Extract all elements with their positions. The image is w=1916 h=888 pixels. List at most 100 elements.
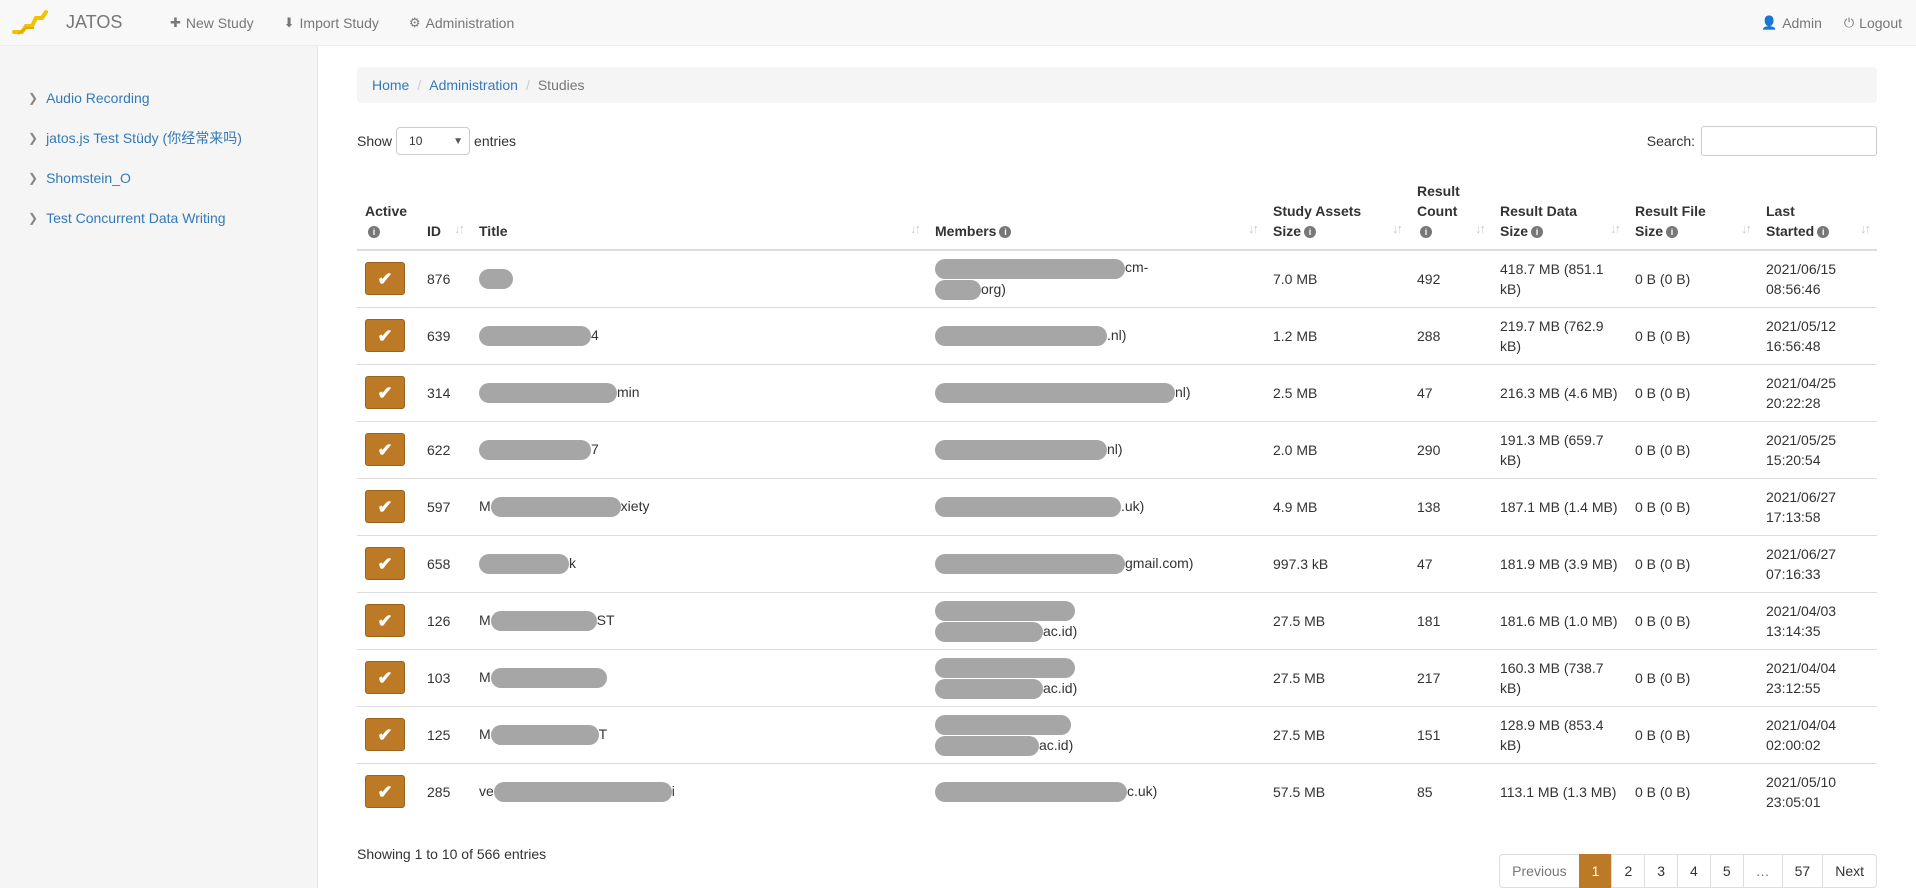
redacted-block xyxy=(935,735,1039,756)
cell-title[interactable] xyxy=(471,249,927,307)
cell-title[interactable]: k xyxy=(471,534,927,592)
cell-assets-size: 1.2 MB xyxy=(1265,306,1409,364)
entries-select[interactable]: 10 ▼ xyxy=(396,127,471,155)
table-row[interactable]: ✔ 876 cm-org) 7.0 MB 492 418.7 MB (851.1… xyxy=(357,249,1877,307)
redacted-block xyxy=(935,280,981,301)
col-result-file-size[interactable]: Result File Size i ↓↑ xyxy=(1627,173,1758,251)
entries-select-value: 10 xyxy=(409,134,423,148)
pagination-page[interactable]: 3 xyxy=(1644,854,1679,888)
active-toggle-button[interactable]: ✔ xyxy=(365,376,405,409)
cell-result-data-size: 128.9 MB (853.4 kB) xyxy=(1492,705,1627,763)
administration-link[interactable]: ⚙ Administration xyxy=(409,15,514,31)
check-icon: ✔ xyxy=(377,610,393,631)
sidebar-item-label[interactable]: jatos.js Test Stüdy (你经常来吗) xyxy=(46,128,242,148)
info-icon: i xyxy=(1531,226,1544,239)
brand-name: JATOS xyxy=(66,12,123,32)
members-text-1: .uk) xyxy=(1121,497,1145,514)
cell-title[interactable]: min xyxy=(471,363,927,421)
cell-result-data-size: 181.9 MB (3.9 MB) xyxy=(1492,534,1627,592)
search-input[interactable] xyxy=(1701,126,1877,156)
col-id[interactable]: ID ↓↑ xyxy=(419,173,471,251)
cell-result-count: 151 xyxy=(1409,705,1492,763)
chevron-down-icon: ▼ xyxy=(453,135,464,147)
cell-assets-size: 997.3 kB xyxy=(1265,534,1409,592)
cell-id: 103 xyxy=(419,648,471,706)
col-result-count[interactable]: Result Count i ↓↑ xyxy=(1409,173,1492,251)
active-toggle-button[interactable]: ✔ xyxy=(365,319,405,352)
cell-title[interactable]: Mxiety xyxy=(471,477,927,535)
cell-last-started: 2021/04/03 13:14:35 xyxy=(1758,591,1877,649)
active-toggle-button[interactable]: ✔ xyxy=(365,490,405,523)
col-assets-size[interactable]: Study Assets Size i ↓↑ xyxy=(1265,173,1409,251)
title-text-post: k xyxy=(569,554,576,571)
table-row[interactable]: ✔ 125 MT ac.id) 27.5 MB 151 128.9 MB (85… xyxy=(357,705,1877,763)
redacted-block xyxy=(935,714,1071,735)
table-row[interactable]: ✔ 314 min nl) 2.5 MB 47 216.3 MB (4.6 MB… xyxy=(357,363,1877,421)
sidebar-item-shomstein[interactable]: ❯ Shomstein_O xyxy=(0,158,317,198)
pagination-page[interactable]: 5 xyxy=(1709,854,1744,888)
cell-title[interactable]: M ST xyxy=(471,591,927,649)
table-row[interactable]: ✔ 658 k gmail.com) 997.3 kB 47 181.9 MB … xyxy=(357,534,1877,592)
info-icon: i xyxy=(1304,226,1317,239)
cell-members: c.uk) xyxy=(927,762,1265,820)
col-members[interactable]: Members i ↓↑ xyxy=(927,173,1265,251)
active-toggle-button[interactable]: ✔ xyxy=(365,262,405,296)
sidebar-item-label[interactable]: Shomstein_O xyxy=(46,170,131,186)
pagination-previous[interactable]: Previous xyxy=(1499,854,1580,888)
cell-assets-size: 27.5 MB xyxy=(1265,648,1409,706)
cell-title[interactable]: 4 xyxy=(471,306,927,364)
breadcrumb-administration[interactable]: Administration xyxy=(429,77,518,93)
user-menu[interactable]: 👤 Admin xyxy=(1761,15,1822,31)
cell-title[interactable]: 7 xyxy=(471,420,927,478)
sort-icon: ↓↑ xyxy=(1741,221,1752,236)
col-members-label: Members xyxy=(935,223,997,239)
cell-id: 639 xyxy=(419,306,471,364)
title-text-post: ST xyxy=(596,611,615,628)
last-started-date: 2021/04/04 xyxy=(1766,716,1837,733)
table-row[interactable]: ✔ 126 M ST ac.id) 27.5 MB 181 181.6 MB (1… xyxy=(357,591,1877,649)
cell-active: ✔ xyxy=(357,249,419,307)
col-title[interactable]: Title ↓↑ xyxy=(471,173,927,251)
col-last-started[interactable]: Last Started i ↓↑ xyxy=(1758,173,1877,251)
pagination-page[interactable]: 1 xyxy=(1578,854,1613,888)
sidebar-item-audio-recording[interactable]: ❯ Audio Recording xyxy=(0,78,317,118)
members-text-2: ac.id) xyxy=(1043,622,1078,639)
col-result-data-size[interactable]: Result Data Size i ↓↑ xyxy=(1492,173,1627,251)
sidebar-item-label[interactable]: Audio Recording xyxy=(46,90,150,106)
pagination-page[interactable]: 2 xyxy=(1611,854,1646,888)
table-row[interactable]: ✔ 285 ve i c.uk) 57.5 MB 85 113.1 MB (1.3… xyxy=(357,762,1877,820)
new-study-link[interactable]: ✚ New Study xyxy=(170,15,254,31)
active-toggle-button[interactable]: ✔ xyxy=(365,718,405,751)
pagination-page[interactable]: 4 xyxy=(1677,854,1711,888)
redacted-block xyxy=(490,668,607,689)
redacted-block xyxy=(479,383,617,404)
import-study-link[interactable]: ⬇ Import Study xyxy=(284,15,379,31)
col-active[interactable]: Active i xyxy=(357,173,419,251)
active-toggle-button[interactable]: ✔ xyxy=(365,661,405,694)
active-toggle-button[interactable]: ✔ xyxy=(365,433,405,466)
table-row[interactable]: ✔ 103 M ac.id) 27.5 MB 217 160.3 MB (738… xyxy=(357,648,1877,706)
table-row[interactable]: ✔ 639 4 .nl) 1.2 MB 288 219.7 MB (762.9 k… xyxy=(357,306,1877,364)
title-text-post: xiety xyxy=(620,497,650,514)
breadcrumb-home[interactable]: Home xyxy=(372,77,409,93)
logout-link[interactable]: ⏻ Logout xyxy=(1844,15,1902,31)
sidebar-item-test-concurrent[interactable]: ❯ Test Concurrent Data Writing xyxy=(0,198,317,238)
sidebar-item-label[interactable]: Test Concurrent Data Writing xyxy=(46,210,225,226)
table-row[interactable]: ✔ 622 7 nl) 2.0 MB 290 191.3 MB (659.7 kB… xyxy=(357,420,1877,478)
brand[interactable]: JATOS xyxy=(0,9,170,36)
cell-title[interactable]: M xyxy=(471,648,927,706)
pagination-page[interactable]: 57 xyxy=(1781,854,1824,888)
active-toggle-button[interactable]: ✔ xyxy=(365,547,405,580)
sort-icon: ↓↑ xyxy=(910,221,921,236)
active-toggle-button[interactable]: ✔ xyxy=(365,775,405,809)
pagination-next[interactable]: Next xyxy=(1822,854,1877,888)
sidebar-item-jatos-test-study[interactable]: ❯ jatos.js Test Stüdy (你经常来吗) xyxy=(0,118,317,158)
cell-active: ✔ xyxy=(357,762,419,820)
cell-title[interactable]: MT xyxy=(471,705,927,763)
cell-active: ✔ xyxy=(357,477,419,535)
members-text-1: nl) xyxy=(1107,440,1123,457)
cell-title[interactable]: ve i xyxy=(471,762,927,820)
active-toggle-button[interactable]: ✔ xyxy=(365,604,405,637)
col-assets-label-1: Study Assets xyxy=(1273,203,1362,219)
table-row[interactable]: ✔ 597 Mxiety .uk) 4.9 MB 138 187.1 MB (1… xyxy=(357,477,1877,535)
